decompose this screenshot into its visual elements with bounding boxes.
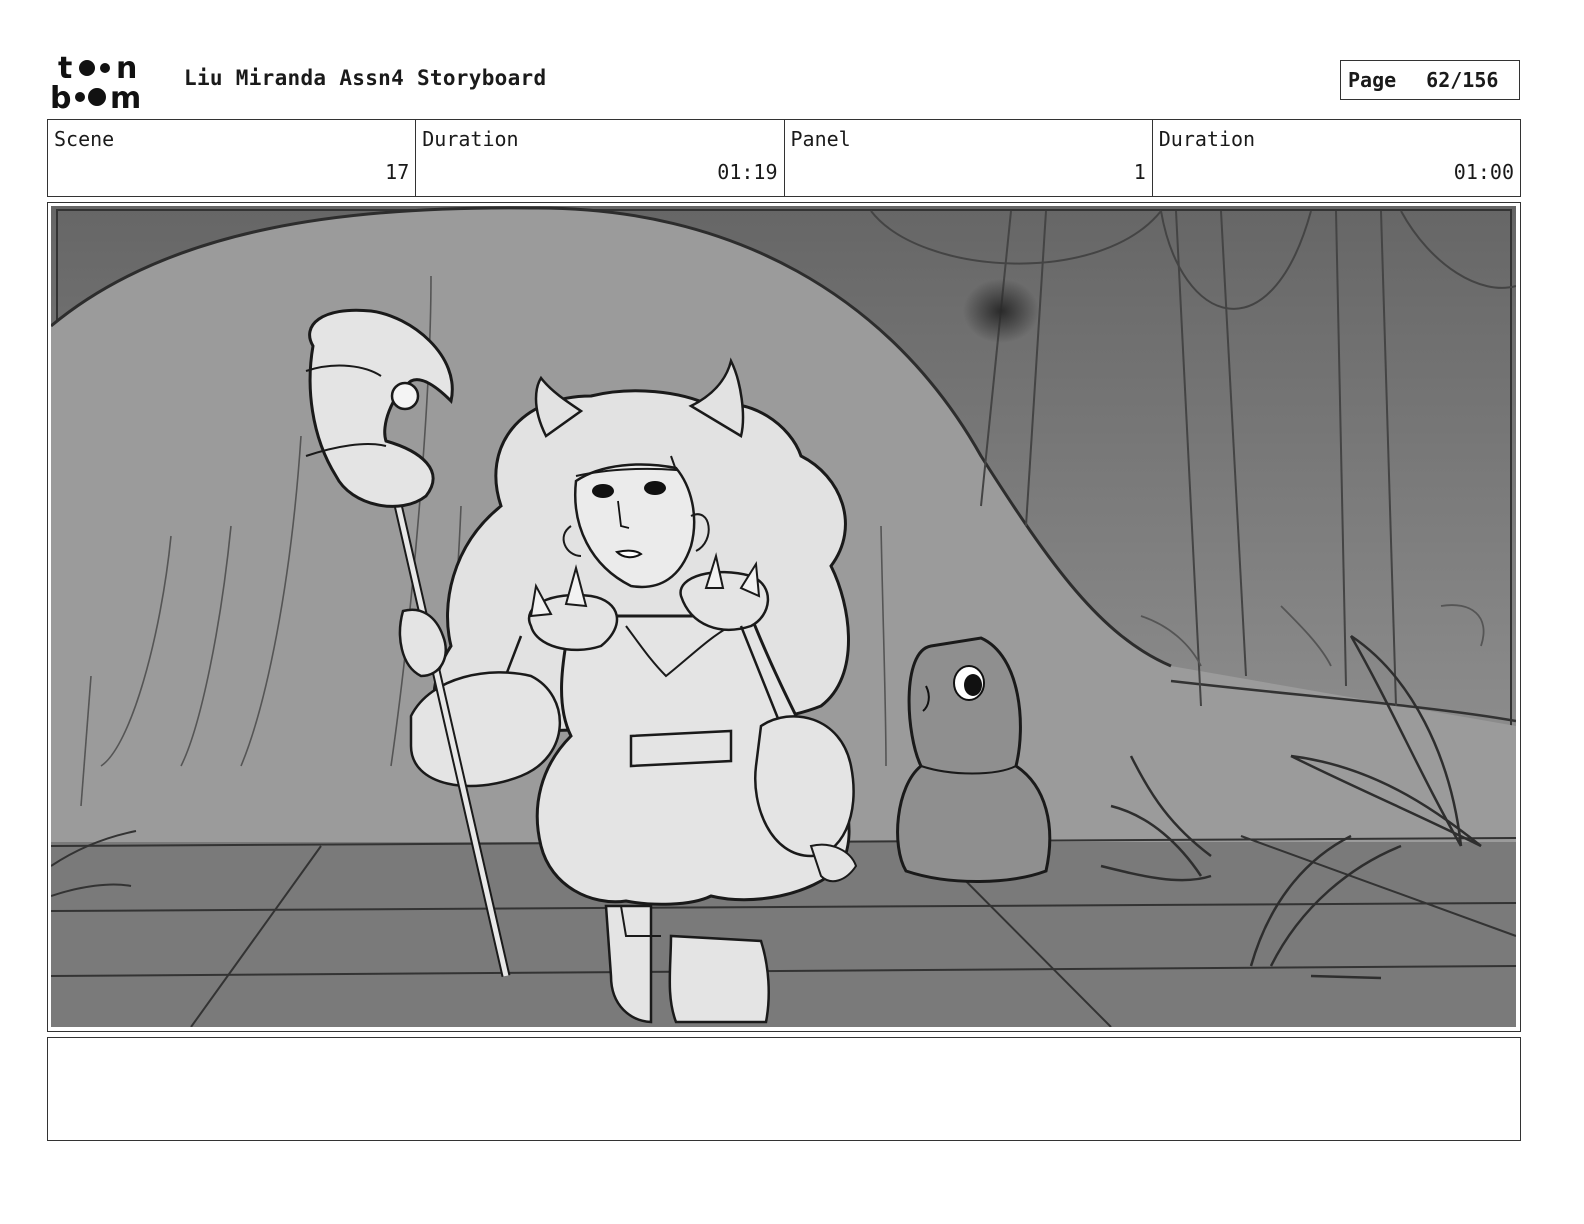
scene-duration-value: 01:19 (717, 160, 778, 184)
scene-duration-label: Duration (422, 127, 519, 151)
panel-duration-value: 01:00 (1453, 160, 1514, 184)
panel-info-row: Scene 17 Duration 01:19 Panel 1 Duration… (47, 119, 1521, 197)
storyboard-sketch-image (51, 206, 1516, 1027)
panel-duration-cell: Duration 01:00 (1153, 120, 1520, 196)
panel-cell: Panel 1 (785, 120, 1153, 196)
panel-duration-label: Duration (1158, 127, 1256, 151)
panel-label: Panel (790, 127, 851, 151)
scene-duration-cell: Duration 01:19 (416, 120, 785, 196)
scene-cell: Scene 17 (48, 120, 417, 196)
scene-value: 17 (385, 160, 410, 184)
toon-boom-logo: t n b m (50, 52, 141, 110)
panel-notes-box (47, 1037, 1521, 1141)
document-title: Liu Miranda Assn4 Storyboard (184, 66, 547, 90)
page-indicator: Page 62/156 (1340, 60, 1520, 100)
page-number: 62/156 (1426, 68, 1499, 92)
panel-value: 1 (1133, 160, 1146, 184)
svg-text:b: b (50, 81, 71, 110)
scene-label: Scene (54, 127, 115, 151)
svg-text:m: m (110, 81, 141, 110)
storyboard-panel (47, 202, 1521, 1032)
page-label: Page (1348, 68, 1397, 92)
